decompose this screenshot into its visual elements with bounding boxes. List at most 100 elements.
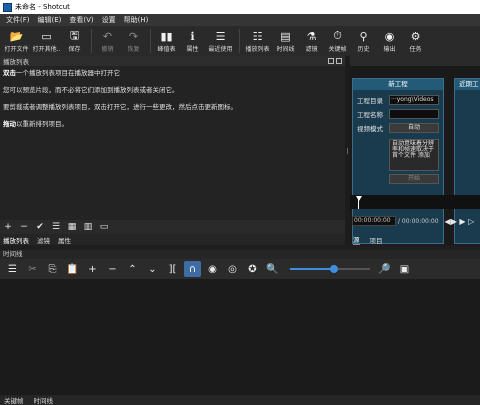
toolbar-separator (150, 29, 151, 53)
recent-projects-title: 近期工 (455, 79, 480, 90)
toolbar-button-redo[interactable]: ↷ 恢复 (121, 26, 146, 54)
hint-emphasis: 双击 (3, 69, 16, 77)
playlist-icon: ☷ (252, 29, 263, 43)
tab-2[interactable]: 属性 (58, 235, 71, 245)
timeline-panel-header: 时间线 (0, 250, 480, 259)
left-dock-tabs: 播放列表 滤镜 属性 (0, 234, 345, 245)
project-dir-label: 工程目录 (357, 97, 383, 105)
menu-icon[interactable]: ▭ (98, 221, 110, 233)
toolbar-button-export[interactable]: ◉ 输出 (377, 26, 402, 54)
video-mode-select[interactable]: 自动 (389, 123, 439, 133)
menu-item-0[interactable]: 文件(F) (2, 15, 34, 25)
toolbar-button-recent[interactable]: ☰ 最近使用 (206, 26, 235, 54)
timeline-tracks-area[interactable] (0, 279, 480, 395)
tab-1[interactable]: 滤镜 (37, 235, 50, 245)
remove-icon[interactable]: − (104, 261, 121, 277)
overwrite-icon[interactable]: ⌄ (144, 261, 161, 277)
toolbar-button-label: 任务 (409, 46, 422, 53)
main-toolbar: 📂 打开文件 ▭ 打开其他.. 🖫 保存 ↶ 撤销 ↷ 恢复 ▮▮ 峰值表 ℹ 属性 ☰ 最近使用 ☷ 播放列表 ▤… (0, 26, 480, 56)
hint-emphasis: 拖动 (3, 120, 16, 128)
split-icon[interactable]: ][ (164, 261, 181, 277)
current-timecode-field[interactable]: 00:00:00:00 (352, 216, 396, 226)
start-button[interactable]: 开始 (389, 174, 439, 184)
toolbar-button-open-other[interactable]: ▭ 打开其他.. (32, 26, 61, 54)
timecode-row: 00:00:00:00 / 00:00:00:00 ◀▶ ▶ ▷ (350, 215, 480, 227)
recent-icon: ☰ (215, 29, 226, 43)
toolbar-button-label: 输出 (383, 46, 396, 53)
menu-item-2[interactable]: 查看(V) (65, 15, 97, 25)
window-title: 未命名 - Shotcut (15, 3, 70, 11)
playhead-marker[interactable] (356, 196, 362, 201)
zoom-out-icon[interactable]: 🔍 (264, 261, 281, 277)
playlist-body[interactable]: 双击一个播放列表项目在播放器中打开它 您可以预览片段，而不必将它们添加到播放列表或… (0, 66, 345, 220)
add-icon[interactable]: + (2, 221, 14, 233)
project-name-label: 工程名称 (357, 111, 383, 119)
toolbar-button-undo[interactable]: ↶ 撤销 (95, 26, 120, 54)
open-other-icon: ▭ (41, 29, 52, 43)
transport-controls[interactable]: ◀▶ ▶ ▷ (445, 217, 475, 226)
ripple-all-icon[interactable]: ✪ (244, 261, 261, 277)
ripple-icon[interactable]: ◎ (224, 261, 241, 277)
video-mode-row: 视频模式 自动 (357, 123, 439, 133)
shotcut-app-icon (3, 2, 12, 12)
project-name-row: 工程名称 (357, 109, 439, 119)
zoom-slider-handle[interactable] (330, 265, 338, 273)
remove-icon[interactable]: − (18, 221, 30, 233)
zoom-in-icon[interactable]: 🔎 (376, 261, 393, 277)
player-tab-1[interactable]: 项目 (370, 235, 383, 245)
menu-item-3[interactable]: 设置 (98, 15, 120, 25)
toolbar-button-playlist[interactable]: ☷ 播放列表 (243, 26, 272, 54)
toolbar-button-label: 滤镜 (305, 46, 318, 53)
window-titlebar: 未命名 - Shotcut (0, 0, 480, 14)
menu-icon[interactable]: ☰ (4, 261, 21, 277)
timeline-panel-title: 时间线 (3, 250, 23, 258)
panel-float-controls[interactable] (328, 58, 342, 64)
project-dir-field[interactable]: ···yong\Videos (389, 95, 439, 105)
toolbar-button-peak-meter[interactable]: ▮▮ 峰值表 (154, 26, 179, 54)
toolbar-button-jobs[interactable]: ⚙ 任务 (403, 26, 428, 54)
scrub-icon[interactable]: ◉ (204, 261, 221, 277)
toolbar-separator (239, 29, 240, 53)
folder-open-icon: 📂 (9, 29, 24, 43)
menu-bar: 文件(F) 编辑(E) 查看(V) 设置 帮助(H) (0, 14, 480, 26)
timeline-icon: ▤ (280, 29, 291, 43)
update-icon[interactable]: ✔ (34, 221, 46, 233)
player-tab-0[interactable]: 源 (353, 234, 360, 245)
snap-icon[interactable]: ∩ (184, 261, 201, 277)
toolbar-button-properties[interactable]: ℹ 属性 (180, 26, 205, 54)
toolbar-button-timeline[interactable]: ▤ 时间线 (273, 26, 298, 54)
properties-icon: ℹ (190, 29, 195, 43)
timeline-toolbar: ☰ ✂ ⎘ 📋 + − ⌃ ⌄][∩ ◉ ◎ ✪ 🔍 🔎 ▣ (0, 259, 480, 279)
player-scrubber[interactable] (350, 195, 480, 209)
project-name-field[interactable] (389, 109, 439, 119)
video-mode-description[interactable]: 自动意味着分辨率和帧速取决于 首个文件 添加 (389, 139, 439, 171)
append-icon[interactable]: + (84, 261, 101, 277)
playhead-line (358, 199, 359, 209)
lift-icon[interactable]: ⌃ (124, 261, 141, 277)
zoom-fit-icon[interactable]: ▣ (396, 261, 413, 277)
view-details-icon[interactable]: ☰ (50, 221, 62, 233)
undo-icon: ↶ (102, 29, 113, 43)
jobs-icon: ⚙ (410, 29, 421, 43)
cut-icon[interactable]: ✂ (24, 261, 41, 277)
bottom-tab-1[interactable]: 时间线 (34, 395, 54, 405)
view-tiles-icon[interactable]: ▦ (66, 221, 78, 233)
paste-icon[interactable]: 📋 (64, 261, 81, 277)
toolbar-button-history[interactable]: ⚲ 历史 (351, 26, 376, 54)
toolbar-button-keyframes[interactable]: ⏱ 关键帧 (325, 26, 350, 53)
bottom-tab-0[interactable]: 关键帧 (4, 395, 24, 405)
toolbar-button-filters[interactable]: ⚗ 滤镜 (299, 26, 324, 54)
tab-0[interactable]: 播放列表 (3, 235, 29, 245)
zoom-slider[interactable] (290, 261, 370, 277)
menu-item-4[interactable]: 帮助(H) (120, 15, 153, 25)
copy-icon[interactable]: ⎘ (44, 261, 61, 277)
close-icon[interactable] (336, 58, 342, 64)
toolbar-button-label: 峰值表 (157, 46, 176, 53)
project-dir-row: 工程目录 ···yong\Videos (357, 95, 439, 105)
player-header (350, 56, 480, 66)
view-icons-icon[interactable]: ▥ (82, 221, 94, 233)
toolbar-button-save[interactable]: 🖫 保存 (62, 26, 87, 54)
toolbar-button-folder-open[interactable]: 📂 打开文件 (2, 26, 31, 54)
menu-item-1[interactable]: 编辑(E) (34, 15, 66, 25)
float-icon[interactable] (328, 58, 334, 64)
